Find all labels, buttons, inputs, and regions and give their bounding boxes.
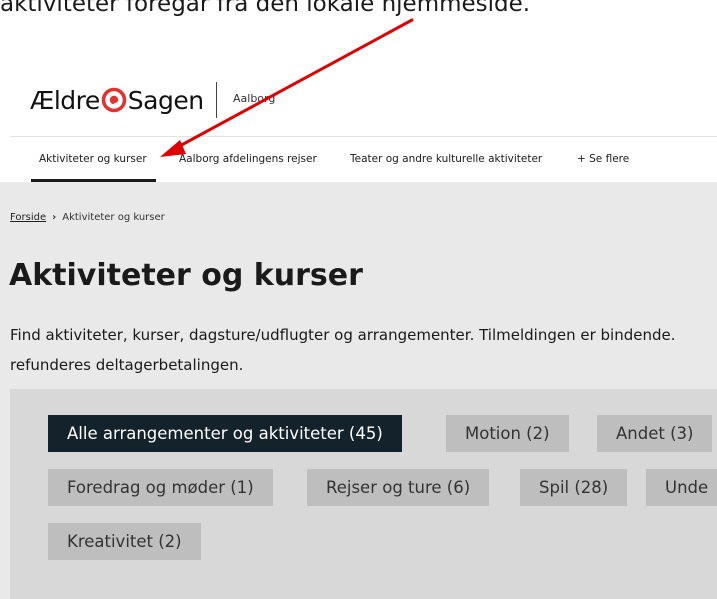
caption-text: aktiviteter foregår fra den lokale hjemm… <box>0 0 531 17</box>
filter-chip-kreativitet[interactable]: Kreativitet (2) <box>48 523 201 560</box>
header-divider <box>216 82 217 118</box>
page-title: Aktiviteter og kurser <box>9 258 363 293</box>
category-filters: Alle arrangementer og aktiviteter (45) M… <box>10 389 717 599</box>
nav-tab-aktiviteter[interactable]: Aktiviteter og kurser <box>31 137 156 182</box>
page-intro: Find aktiviteter, kurser, dagsture/udflu… <box>10 320 717 380</box>
breadcrumb-separator-icon: › <box>52 212 57 223</box>
nav-tab-teater[interactable]: Teater og andre kulturelle aktiviteter <box>350 137 542 182</box>
filter-chip-alle[interactable]: Alle arrangementer og aktiviteter (45) <box>48 415 402 452</box>
breadcrumb: Forside › Aktiviteter og kurser <box>10 212 165 223</box>
main-content: Forside › Aktiviteter og kurser Aktivitete… <box>0 182 717 599</box>
filter-chip-motion[interactable]: Motion (2) <box>446 415 569 452</box>
intro-line-1: Find aktiviteter, kurser, dagsture/udflu… <box>10 326 676 344</box>
filter-chip-foredrag[interactable]: Foredrag og møder (1) <box>48 469 273 506</box>
breadcrumb-home-link[interactable]: Forside <box>10 212 46 223</box>
logo-ring-icon <box>101 87 127 113</box>
region-label[interactable]: Aalborg <box>233 92 275 105</box>
filter-chip-andet[interactable]: Andet (3) <box>597 415 713 452</box>
aeldre-sagen-logo[interactable]: Ældre Sagen <box>30 82 204 118</box>
logo-text-left: Ældre <box>30 85 100 115</box>
nav-tab-rejser[interactable]: Aalborg afdelingens rejser <box>179 137 317 182</box>
logo-text-right: Sagen <box>127 85 204 115</box>
filter-chip-unde[interactable]: Unde <box>646 469 717 506</box>
filter-chip-rejser[interactable]: Rejser og ture (6) <box>307 469 490 506</box>
main-nav: Aktiviteter og kurser Aalborg afdelingen… <box>0 137 717 182</box>
breadcrumb-current: Aktiviteter og kurser <box>62 212 165 223</box>
filter-chip-spil[interactable]: Spil (28) <box>520 469 628 506</box>
nav-tab-se-flere[interactable]: + Se flere <box>577 137 629 182</box>
intro-line-2: refunderes deltagerbetalingen. <box>10 356 244 374</box>
